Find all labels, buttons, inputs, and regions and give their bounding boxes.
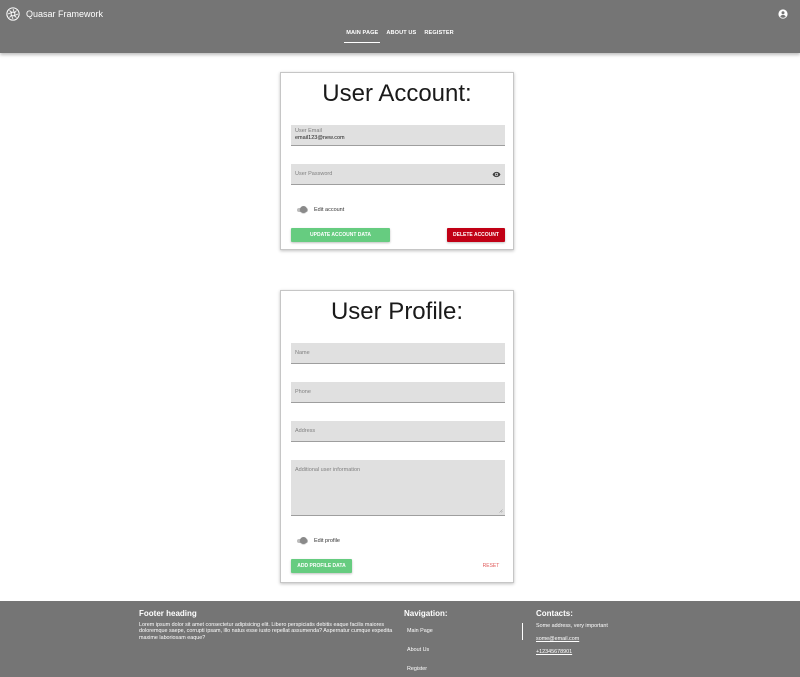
delete-account-button[interactable]: Delete account	[447, 228, 505, 242]
page-footer: Footer heading Lorem ipsum dolor sit ame…	[0, 601, 800, 677]
toggle-track	[297, 537, 308, 544]
password-field-placeholder: User Password	[295, 171, 333, 177]
tab-about-us[interactable]: About Us	[382, 29, 420, 47]
additional-info-textarea[interactable]: Additional user information	[291, 460, 505, 516]
name-field[interactable]: Name	[291, 343, 505, 364]
account-circle-icon[interactable]	[778, 9, 788, 19]
footer-email-link[interactable]: some@email.com	[536, 636, 579, 642]
app-header: Quasar Framework Main Page About Us Regi…	[0, 0, 800, 53]
eye-icon[interactable]	[492, 170, 501, 179]
account-card-title: User Account:	[322, 80, 472, 107]
footer-nav-register[interactable]: Register	[407, 666, 427, 672]
footer-nav-heading: Navigation:	[404, 609, 448, 618]
edit-account-label: Edit account	[314, 207, 345, 213]
tab-main-page[interactable]: Main Page	[342, 29, 382, 47]
phone-field[interactable]: Phone	[291, 382, 505, 403]
profile-card-title: User Profile:	[330, 298, 464, 325]
footer-nav-about-us[interactable]: About Us	[407, 647, 429, 653]
update-account-button[interactable]: Update account data	[291, 228, 390, 242]
edit-account-toggle[interactable]: Edit account	[297, 206, 345, 213]
phone-field-placeholder: Phone	[295, 389, 311, 395]
footer-phone-link[interactable]: +12345678901	[536, 649, 572, 655]
footer-heading: Footer heading	[139, 609, 197, 618]
quasar-logo-icon	[6, 7, 20, 21]
footer-text: Lorem ipsum dolor sit amet consectetur a…	[139, 622, 393, 641]
app-title: Quasar Framework	[26, 9, 104, 19]
address-field[interactable]: Address	[291, 421, 505, 442]
brand[interactable]: Quasar Framework	[6, 6, 103, 22]
name-field-placeholder: Name	[295, 350, 310, 356]
address-field-placeholder: Address	[295, 428, 316, 434]
resize-grip-icon[interactable]	[498, 508, 503, 513]
additional-info-placeholder: Additional user information	[295, 467, 361, 473]
footer-address: Some address, very important	[536, 623, 608, 629]
edit-profile-toggle[interactable]: Edit profile	[297, 537, 340, 544]
footer-divider	[522, 623, 523, 640]
nav-tabs: Main Page About Us Register	[0, 29, 800, 47]
tab-register[interactable]: Register	[420, 29, 457, 47]
edit-profile-label: Edit profile	[314, 538, 340, 544]
email-field-value: email123@new.com	[295, 135, 345, 141]
password-field[interactable]: User Password	[291, 164, 505, 185]
footer-nav-main-page[interactable]: Main Page	[407, 628, 433, 634]
add-profile-button[interactable]: Add profile data	[291, 559, 352, 573]
user-profile-card: User Profile: Name Phone Address Additio…	[280, 290, 514, 583]
email-field[interactable]: User Email email123@new.com	[291, 125, 505, 146]
toggle-knob	[300, 206, 307, 213]
email-field-label: User Email	[295, 128, 322, 134]
reset-button[interactable]: Reset	[477, 559, 505, 573]
footer-contacts-heading: Contacts:	[536, 609, 573, 618]
toggle-track	[297, 206, 308, 213]
toggle-knob	[300, 537, 307, 544]
user-account-card: User Account: User Email email123@new.co…	[280, 72, 514, 250]
